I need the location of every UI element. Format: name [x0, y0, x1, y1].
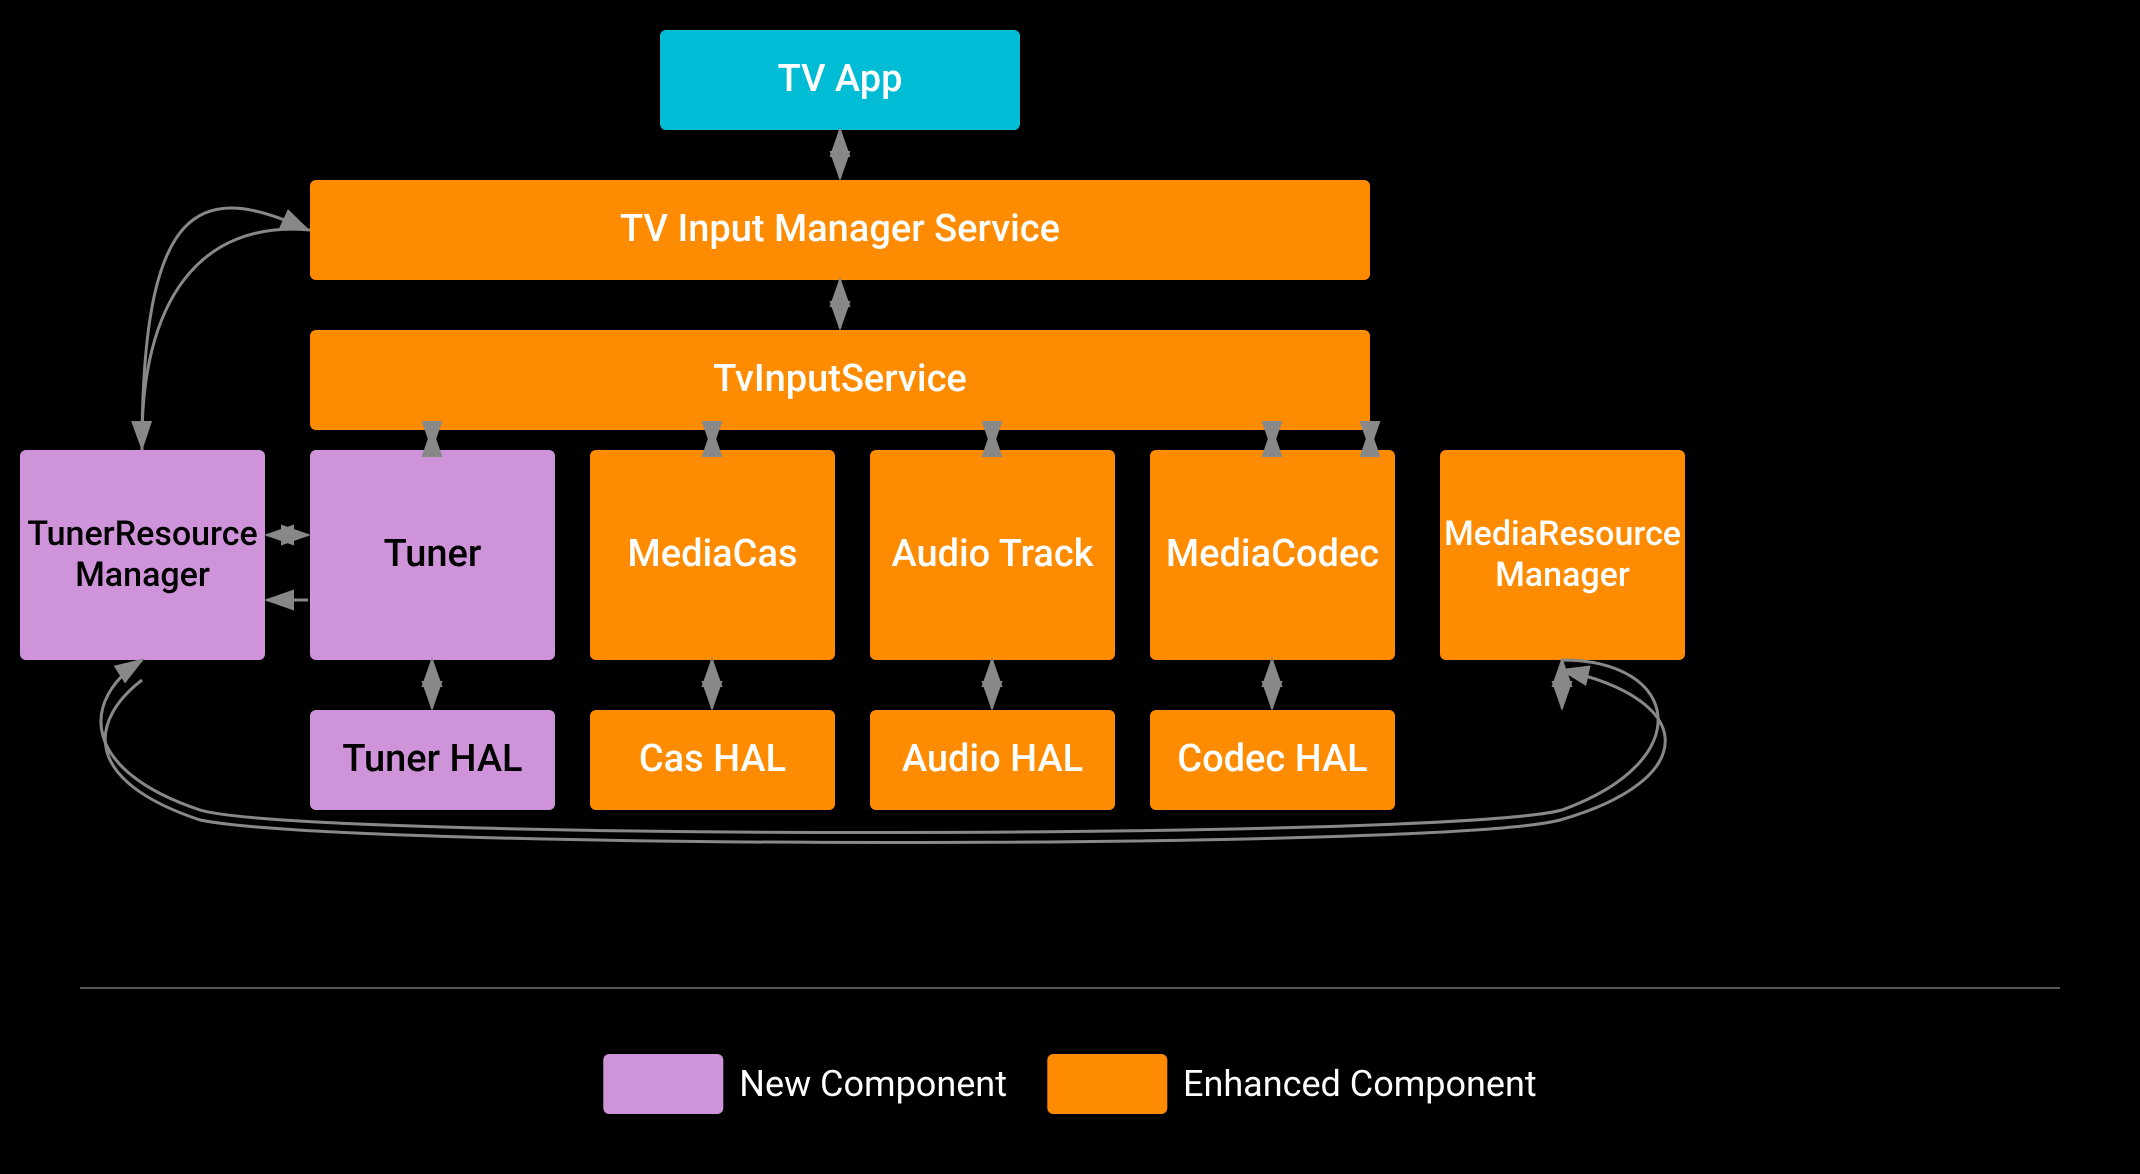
legend-enhanced-component-label: Enhanced Component: [1183, 1063, 1537, 1105]
legend-new-component-label: New Component: [739, 1063, 1007, 1105]
diagram-container: TV App TV Input Manager Service TvInputS…: [0, 0, 2140, 1174]
codec-hal-box: Codec HAL: [1150, 710, 1395, 810]
tuner-box: Tuner: [310, 450, 555, 660]
media-cas-box: MediaCas: [590, 450, 835, 660]
legend-new-component-box: [603, 1054, 723, 1114]
legend-divider: [80, 987, 2060, 989]
media-resource-manager-box: MediaResourceManager: [1440, 450, 1685, 660]
audio-track-box: Audio Track: [870, 450, 1115, 660]
legend-container: New Component Enhanced Component: [603, 1054, 1536, 1114]
tuner-hal-box: Tuner HAL: [310, 710, 555, 810]
cas-hal-box: Cas HAL: [590, 710, 835, 810]
tv-app-box: TV App: [660, 30, 1020, 130]
legend-enhanced-component-box: [1047, 1054, 1167, 1114]
legend-enhanced-component: Enhanced Component: [1047, 1054, 1537, 1114]
tv-input-manager-box: TV Input Manager Service: [310, 180, 1370, 280]
legend-new-component: New Component: [603, 1054, 1007, 1114]
tuner-resource-manager-box: TunerResourceManager: [20, 450, 265, 660]
tv-input-service-box: TvInputService: [310, 330, 1370, 430]
media-codec-box: MediaCodec: [1150, 450, 1395, 660]
audio-hal-box: Audio HAL: [870, 710, 1115, 810]
